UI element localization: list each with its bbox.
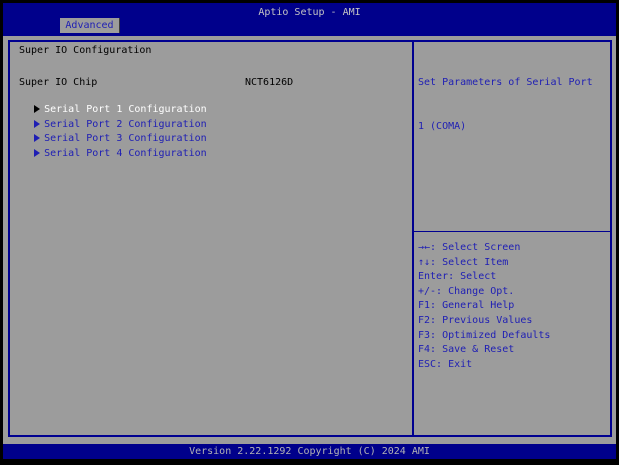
menu-item-serial-port-4[interactable]: Serial Port 4 Configuration [10,136,207,148]
version-text: Version 2.22.1292 Copyright (C) 2024 AMI [3,444,616,459]
help-panel: Set Parameters of Serial Port 1 (COMA) [418,47,610,163]
legend-enter-select: Enter: Select [418,270,614,285]
field-label-super-io-chip: Super IO Chip [19,77,97,89]
legend-change-opt: +/-: Change Opt. [418,285,614,300]
app-title: Aptio Setup - AMI [3,7,616,18]
help-panel-divider [414,231,612,232]
legend-general-help: F1: General Help [418,299,614,314]
legend-save-reset: F4: Save & Reset [418,343,614,358]
submenu-arrow-icon [34,149,40,157]
main-area: Super IO Configuration Super IO Chip NCT… [3,36,616,444]
legend-select-screen: →←: Select Screen [418,241,614,256]
key-legend: →←: Select Screen ↑↓: Select Item Enter:… [418,241,614,372]
header-band: Aptio Setup - AMI Advanced [3,3,616,36]
tab-advanced[interactable]: Advanced [60,18,120,33]
field-value-super-io-chip: NCT6126D [245,77,293,88]
footer-bar: Version 2.22.1292 Copyright (C) 2024 AMI [3,444,616,459]
menu-item-serial-port-3[interactable]: Serial Port 3 Configuration [10,121,207,133]
help-line: Set Parameters of Serial Port [418,76,610,91]
menu-item-label: Serial Port 4 Configuration [44,148,207,159]
section-title: Super IO Configuration [19,45,151,57]
legend-select-item: ↑↓: Select Item [418,256,614,271]
legend-previous-values: F2: Previous Values [418,314,614,329]
legend-optimized-defaults: F3: Optimized Defaults [418,329,614,344]
menu-item-serial-port-2[interactable]: Serial Port 2 Configuration [10,107,207,119]
help-line: 1 (COMA) [418,120,610,135]
panel-vertical-divider [412,40,414,437]
legend-esc-exit: ESC: Exit [418,358,614,373]
menu-item-serial-port-1[interactable]: Serial Port 1 Configuration [10,92,207,104]
